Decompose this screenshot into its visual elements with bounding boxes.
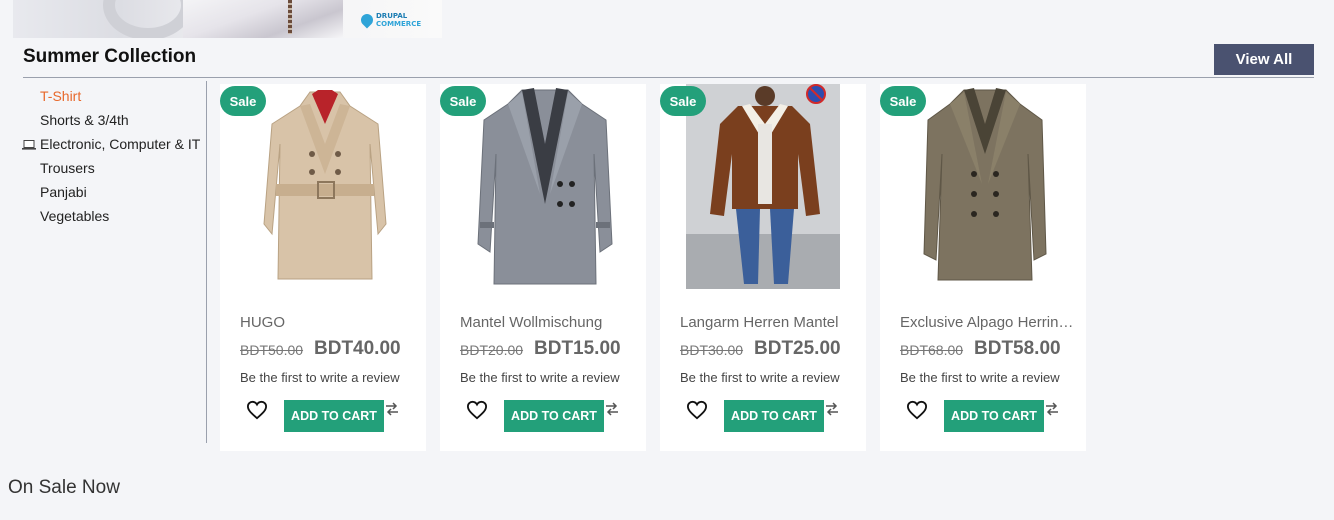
add-to-cart-button[interactable]: ADD TO CART bbox=[504, 400, 604, 432]
sale-badge: Sale bbox=[220, 86, 266, 116]
compare-arrows-icon[interactable] bbox=[604, 402, 620, 416]
top-banner[interactable]: DRUPAL COMMERCE bbox=[13, 0, 442, 38]
drupal-commerce-logo: DRUPAL COMMERCE bbox=[358, 11, 422, 29]
drupal-drop-icon bbox=[358, 11, 376, 29]
product-image[interactable] bbox=[240, 84, 410, 294]
category-item-electronics[interactable]: Electronic, Computer & IT bbox=[40, 136, 200, 152]
original-price: BDT50.00 bbox=[240, 342, 304, 358]
product-name[interactable]: Langarm Herren Mantel bbox=[680, 314, 860, 331]
compare-arrows-icon[interactable] bbox=[824, 402, 840, 416]
compare-arrows-icon[interactable] bbox=[1044, 402, 1060, 416]
logo-line-1: DRUPAL bbox=[376, 12, 408, 20]
sale-badge: Sale bbox=[880, 86, 926, 116]
section-title: Summer Collection bbox=[23, 46, 197, 67]
review-prompt[interactable]: Be the first to write a review bbox=[900, 370, 1060, 385]
laptop-icon bbox=[22, 140, 36, 150]
banner-model-image bbox=[183, 0, 343, 38]
product-image[interactable] bbox=[680, 84, 850, 294]
original-price: BDT20.00 bbox=[460, 342, 524, 358]
sale-price: BDT15.00 bbox=[534, 338, 621, 359]
product-name[interactable]: Mantel Wollmischung bbox=[460, 314, 640, 331]
sale-price: BDT25.00 bbox=[754, 338, 841, 359]
banner-decoration bbox=[103, 0, 193, 38]
sale-price: BDT40.00 bbox=[314, 338, 401, 359]
product-name[interactable]: Exclusive Alpago Herringbone Coat bbox=[900, 314, 1080, 331]
wishlist-heart-icon[interactable] bbox=[246, 400, 268, 420]
product-image[interactable] bbox=[460, 84, 630, 294]
review-prompt[interactable]: Be the first to write a review bbox=[240, 370, 400, 385]
view-all-button[interactable]: View All bbox=[1214, 44, 1314, 75]
product-card[interactable]: Sale Exclusive Alpago Herringbone Coat B… bbox=[880, 84, 1086, 451]
category-item-trousers[interactable]: Trousers bbox=[40, 160, 95, 176]
compare-arrows-icon[interactable] bbox=[384, 402, 400, 416]
sale-price: BDT58.00 bbox=[974, 338, 1061, 359]
product-card[interactable]: Sale Langarm Herren Mantel BDT30.00 BDT2… bbox=[660, 84, 866, 451]
wishlist-heart-icon[interactable] bbox=[466, 400, 488, 420]
category-item-vegetables[interactable]: Vegetables bbox=[40, 208, 109, 224]
add-to-cart-button[interactable]: ADD TO CART bbox=[724, 400, 824, 432]
logo-line-2: COMMERCE bbox=[376, 20, 422, 28]
category-item-panjabi[interactable]: Panjabi bbox=[40, 184, 87, 200]
category-item-t-shirt[interactable]: T-Shirt bbox=[40, 88, 81, 104]
on-sale-now-heading: On Sale Now bbox=[8, 477, 120, 498]
product-name[interactable]: HUGO bbox=[240, 314, 420, 331]
wishlist-heart-icon[interactable] bbox=[686, 400, 708, 420]
original-price: BDT30.00 bbox=[680, 342, 744, 358]
category-list: T-Shirt Shorts & 3/4th Electronic, Compu… bbox=[13, 81, 207, 443]
review-prompt[interactable]: Be the first to write a review bbox=[680, 370, 840, 385]
sale-badge: Sale bbox=[440, 86, 486, 116]
section-divider bbox=[23, 77, 1314, 78]
add-to-cart-button[interactable]: ADD TO CART bbox=[284, 400, 384, 432]
category-item-shorts[interactable]: Shorts & 3/4th bbox=[40, 112, 129, 128]
add-to-cart-button[interactable]: ADD TO CART bbox=[944, 400, 1044, 432]
sale-badge: Sale bbox=[660, 86, 706, 116]
banner-necklace bbox=[288, 0, 292, 34]
product-image[interactable] bbox=[900, 84, 1070, 294]
original-price: BDT68.00 bbox=[900, 342, 964, 358]
review-prompt[interactable]: Be the first to write a review bbox=[460, 370, 620, 385]
product-card[interactable]: Sale HUGO BDT50.00 BDT40.00 Be the first… bbox=[220, 84, 426, 451]
wishlist-heart-icon[interactable] bbox=[906, 400, 928, 420]
product-card[interactable]: Sale Mantel Wollmischung BDT20.00 BDT15.… bbox=[440, 84, 646, 451]
